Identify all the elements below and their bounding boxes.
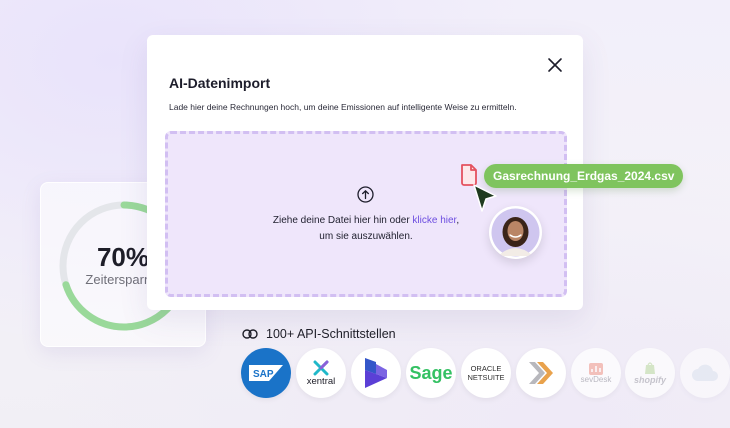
dragged-file-name: Gasrechnung_Erdgas_2024.csv <box>484 164 684 188</box>
close-icon[interactable] <box>547 57 563 73</box>
browse-link[interactable]: klicke hier <box>412 215 456 226</box>
api-integrations-title: 100+ API-Schnittstellen <box>266 327 396 341</box>
oracle-netsuite-logo[interactable]: ORACLE NETSUITE <box>461 348 511 398</box>
sage-logo[interactable]: Sage <box>406 348 456 398</box>
mouse-cursor-icon <box>473 184 497 212</box>
modal-title: AI-Datenimport <box>169 75 271 91</box>
xero-logo[interactable] <box>516 348 566 398</box>
cloud-logo[interactable] <box>680 348 730 398</box>
integration-logos: SAP xentral Sage ORACLE NETSUITE sevDesk <box>239 348 730 400</box>
svg-text:SAP: SAP <box>253 369 274 380</box>
user-avatar <box>489 206 542 259</box>
api-integrations-heading: 100+ API-Schnittstellen <box>242 327 396 341</box>
modal-subtitle: Lade hier deine Rechnungen hoch, um dein… <box>169 102 517 112</box>
dynamics-logo[interactable] <box>351 348 401 398</box>
shopify-logo[interactable]: shopify <box>625 348 675 398</box>
sap-logo[interactable]: SAP <box>241 348 291 398</box>
link-icon <box>242 329 258 339</box>
sevdesk-logo[interactable]: sevDesk <box>571 348 621 398</box>
upload-arrow-icon <box>357 186 374 203</box>
xentral-logo[interactable]: xentral <box>296 348 346 398</box>
